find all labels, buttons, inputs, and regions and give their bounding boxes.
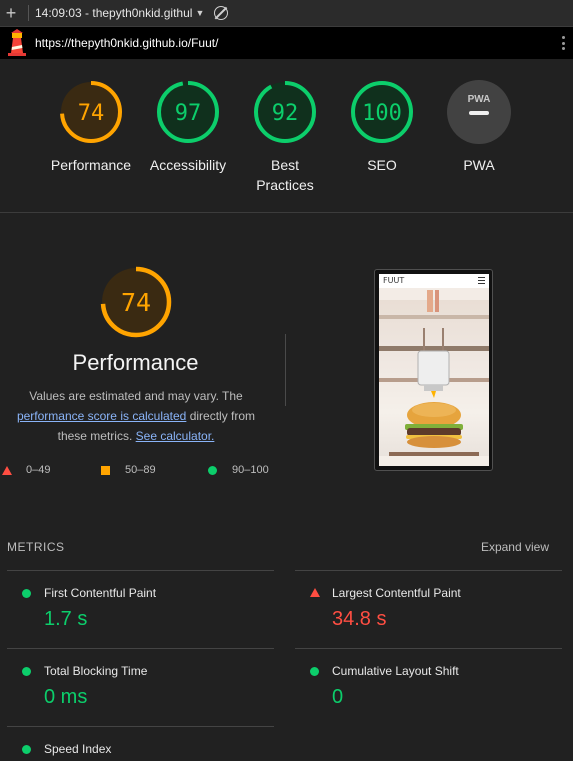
performance-score: 74: [121, 288, 151, 317]
circle-icon: [208, 465, 217, 475]
description-text-1: Values are estimated and may vary. The: [29, 389, 243, 403]
gauge-pwa[interactable]: PWA PWA: [429, 79, 529, 175]
toolbar-divider: [28, 5, 29, 21]
legend-pass: 90–100: [208, 464, 269, 476]
devtools-toolbar: + 14:09:03 - thepyth0nkid.githul ▼: [0, 0, 573, 27]
fail-triangle-icon: [310, 588, 320, 597]
performance-description: Values are estimated and may vary. The p…: [8, 386, 264, 446]
more-options-icon[interactable]: [562, 36, 565, 50]
metric-cumulative-layout-shift: Cumulative Layout Shift 0: [295, 648, 562, 726]
screenshot-brand: FUUT: [383, 276, 405, 285]
screenshot-header: FUUT: [379, 274, 489, 288]
legend-range: 90–100: [232, 464, 269, 476]
metrics-heading: METRICS: [7, 540, 65, 554]
gauge-label: Best Practices: [256, 157, 314, 193]
gauge-label: Accessibility: [149, 157, 227, 173]
score-value: 92: [272, 101, 299, 126]
metric-name: Total Blocking Time: [44, 664, 148, 678]
metric-speed-index: Speed Index: [7, 726, 274, 761]
performance-title: Performance: [72, 350, 199, 375]
performance-gauge: 74: [98, 264, 174, 345]
score-ring: 97: [157, 81, 219, 143]
category-scores: 74 Performance 97 Accessibility 92 Best …: [0, 59, 573, 213]
score-value: 100: [362, 101, 402, 126]
metric-name: Cumulative Layout Shift: [332, 664, 459, 678]
gauge-best-practices[interactable]: 92 Best Practices: [235, 79, 335, 195]
pass-circle-icon: [310, 667, 319, 676]
hamburger-icon: [478, 277, 485, 284]
gauge-label: PWA: [463, 157, 495, 173]
report-url[interactable]: https://thepyth0nkid.github.io/Fuut/: [35, 36, 218, 50]
burger-printer-image: [379, 288, 489, 466]
metric-name: Speed Index: [44, 742, 112, 756]
legend-range: 50–89: [125, 464, 156, 476]
score-ring: 100: [351, 81, 413, 143]
score-value: 74: [78, 101, 105, 126]
chevron-down-icon[interactable]: ▼: [195, 8, 204, 18]
pass-circle-icon: [22, 745, 31, 754]
metric-largest-contentful-paint: Largest Contentful Paint 34.8 s: [295, 570, 562, 648]
metric-name: First Contentful Paint: [44, 586, 157, 600]
pass-circle-icon: [22, 667, 31, 676]
plus-icon[interactable]: +: [0, 0, 22, 27]
metric-value: 0 ms: [44, 686, 88, 708]
metric-value: 0: [332, 686, 344, 708]
square-icon: [101, 465, 110, 475]
legend-fail: 0–49: [2, 464, 50, 476]
report-selector[interactable]: 14:09:03 - thepyth0nkid.githul: [35, 6, 192, 20]
final-screenshot[interactable]: FUUT: [374, 269, 493, 471]
metric-first-contentful-paint: First Contentful Paint 1.7 s: [7, 570, 274, 648]
gauge-label: Performance: [50, 157, 132, 173]
expand-view-button[interactable]: Expand view: [481, 540, 549, 554]
score-value: 97: [175, 101, 202, 126]
gauge-performance[interactable]: 74 Performance: [41, 79, 141, 175]
legend-average: 50–89: [101, 464, 156, 476]
score-ring: 92: [254, 81, 316, 143]
metric-total-blocking-time: Total Blocking Time 0 ms: [7, 648, 274, 726]
metric-name: Largest Contentful Paint: [332, 586, 461, 600]
score-ring: 74: [60, 81, 122, 143]
pass-circle-icon: [22, 589, 31, 598]
triangle-icon: [2, 465, 12, 475]
metric-value: 1.7 s: [44, 608, 88, 630]
score-calculated-link[interactable]: performance score is calculated: [17, 409, 186, 423]
no-entry-icon[interactable]: [214, 6, 229, 20]
pwa-badge-text: PWA: [468, 94, 491, 105]
metric-value: 34.8 s: [332, 608, 387, 630]
gauge-label: SEO: [367, 157, 397, 173]
see-calculator-link[interactable]: See calculator.: [136, 429, 215, 443]
gauge-seo[interactable]: 100 SEO: [332, 79, 432, 175]
lighthouse-icon: [6, 27, 28, 59]
pwa-badge-icon: PWA: [447, 80, 511, 144]
report-url-bar: https://thepyth0nkid.github.io/Fuut/: [0, 27, 573, 59]
section-divider: [285, 334, 286, 406]
gauge-accessibility[interactable]: 97 Accessibility: [138, 79, 238, 175]
legend-range: 0–49: [26, 464, 51, 476]
